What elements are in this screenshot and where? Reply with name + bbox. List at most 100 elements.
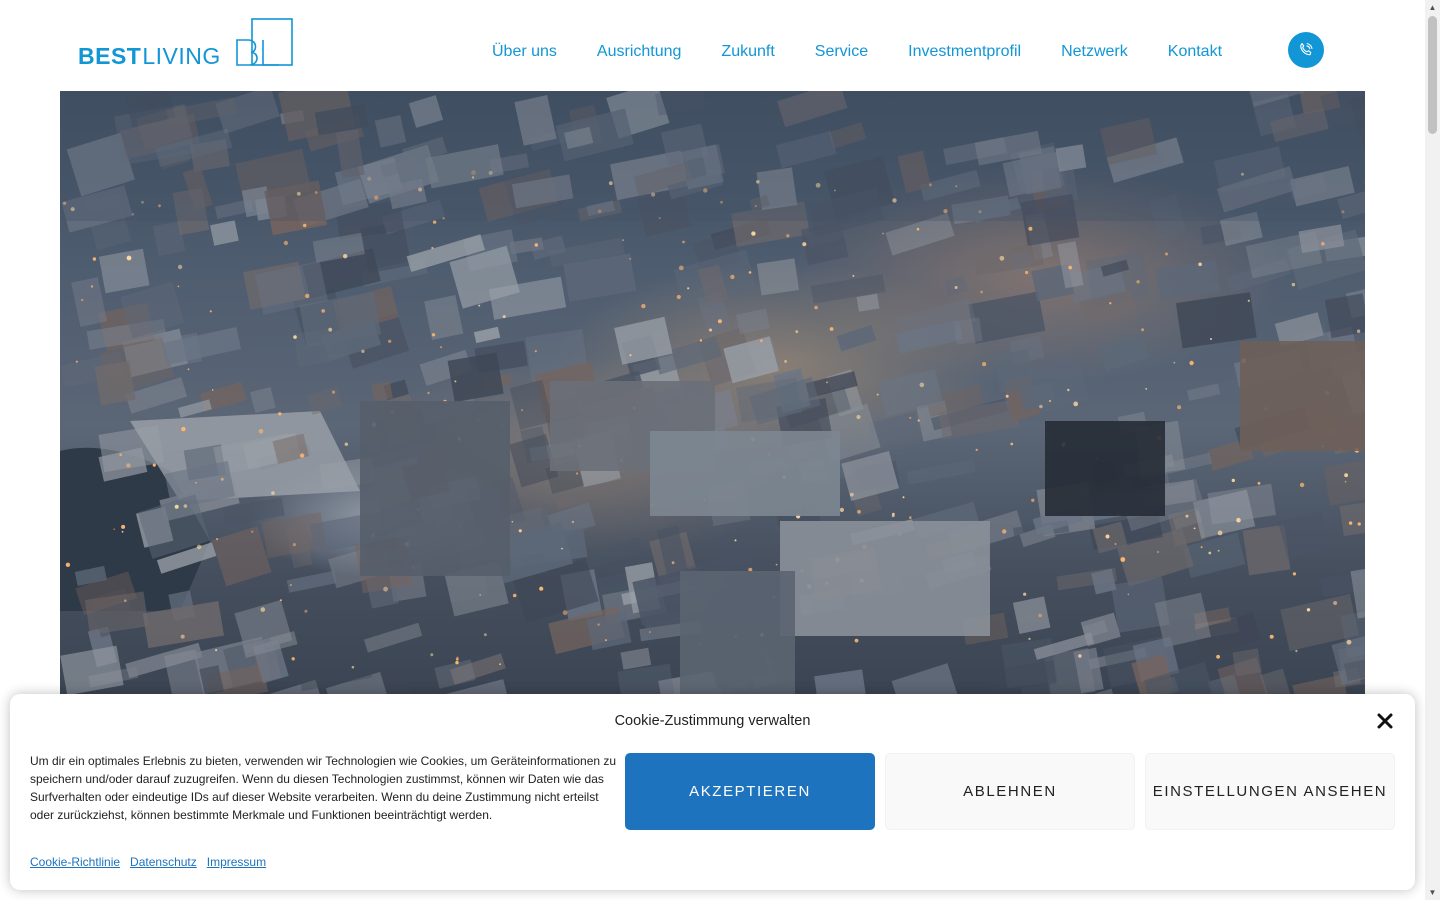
city-light — [479, 594, 482, 596]
city-light — [1210, 338, 1212, 340]
city-light — [271, 491, 275, 495]
city-light — [174, 504, 179, 509]
city-light — [292, 543, 296, 547]
building-block — [841, 450, 899, 501]
building-block — [906, 458, 976, 485]
city-light — [1028, 226, 1033, 231]
city-light — [512, 593, 517, 598]
city-light — [1306, 608, 1311, 612]
city-light — [1145, 388, 1148, 390]
city-light — [1200, 546, 1203, 549]
scroll-down-arrow-icon[interactable]: ▼ — [1425, 885, 1440, 900]
nav-item-ueber-uns[interactable]: Über uns — [472, 40, 577, 64]
city-light — [454, 380, 457, 383]
city-light — [839, 507, 845, 512]
city-light — [1010, 442, 1014, 446]
city-light — [278, 412, 282, 416]
city-light — [483, 633, 487, 637]
city-light — [183, 504, 188, 508]
city-light — [388, 339, 392, 343]
deny-cookies-button[interactable]: ABLEHNEN — [885, 753, 1135, 830]
city-light — [849, 492, 854, 497]
nav-item-netzwerk[interactable]: Netzwerk — [1041, 40, 1148, 64]
building-block — [286, 570, 337, 593]
city-light — [1231, 478, 1236, 483]
cookie-policy-link[interactable]: Cookie-Richtlinie — [30, 855, 120, 869]
city-light — [622, 239, 625, 242]
city-light — [1356, 329, 1361, 333]
building-block — [306, 386, 343, 416]
city-light — [121, 530, 124, 533]
nav-item-investmentprofil[interactable]: Investmentprofil — [888, 40, 1041, 64]
privacy-link[interactable]: Datenschutz — [130, 855, 197, 869]
city-light — [216, 538, 219, 541]
city-light — [1114, 543, 1117, 545]
scrollbar-thumb[interactable] — [1428, 16, 1437, 134]
close-icon[interactable] — [1374, 710, 1396, 732]
city-light — [293, 335, 297, 339]
accept-cookies-button[interactable]: AKZEPTIEREN — [625, 753, 875, 830]
city-light — [1217, 530, 1223, 536]
site-logo[interactable]: BEST LIVING — [78, 18, 294, 70]
scroll-up-arrow-icon[interactable]: ▲ — [1425, 0, 1440, 15]
building-block — [584, 537, 644, 569]
building-block — [360, 401, 510, 576]
building-block — [756, 258, 800, 296]
city-light — [90, 285, 94, 288]
nav-item-zukunft[interactable]: Zukunft — [701, 40, 794, 64]
city-light — [854, 638, 859, 643]
city-light — [876, 393, 879, 396]
city-light — [305, 293, 310, 299]
city-light — [75, 360, 78, 363]
building-block — [210, 220, 239, 246]
city-light — [499, 663, 501, 666]
city-light — [916, 227, 920, 231]
building-block — [680, 571, 795, 701]
phone-button[interactable] — [1288, 32, 1324, 68]
view-cookie-settings-button[interactable]: EINSTELLUNGEN ANSEHEN — [1145, 753, 1395, 830]
city-light — [902, 496, 905, 499]
city-aerial-illustration — [60, 91, 1365, 701]
city-light — [291, 657, 295, 661]
city-light — [857, 509, 861, 514]
imprint-link[interactable]: Impressum — [207, 855, 266, 869]
nav-item-service[interactable]: Service — [795, 40, 888, 64]
city-light — [1165, 252, 1168, 256]
city-light — [649, 631, 651, 633]
nav-item-ausrichtung[interactable]: Ausrichtung — [577, 40, 702, 64]
city-light — [187, 368, 190, 371]
building-block — [178, 399, 212, 418]
building-block — [1155, 260, 1221, 301]
building-block — [856, 293, 880, 312]
city-light — [124, 599, 127, 602]
city-light — [1073, 401, 1079, 407]
building-block — [994, 349, 1035, 393]
city-light — [882, 232, 884, 235]
city-light — [279, 599, 282, 602]
city-light — [430, 653, 434, 657]
city-light — [576, 472, 579, 475]
city-light — [1039, 404, 1043, 409]
city-light — [909, 416, 912, 419]
city-light — [1295, 649, 1298, 653]
building-block — [1240, 341, 1365, 451]
city-light — [1173, 361, 1176, 364]
city-light — [1002, 529, 1007, 534]
cookie-banner-links: Cookie-Richtlinie Datenschutz Impressum — [30, 855, 266, 869]
city-light — [786, 234, 790, 238]
building-block — [371, 381, 393, 402]
main-navigation: Über uns Ausrichtung Zukunft Service Inv… — [472, 40, 1242, 64]
city-light — [829, 327, 834, 331]
city-light — [81, 298, 84, 302]
page-scrollbar[interactable]: ▲ ▼ — [1425, 0, 1440, 900]
nav-item-kontakt[interactable]: Kontakt — [1148, 40, 1242, 64]
city-light — [331, 390, 336, 394]
city-light — [678, 265, 684, 271]
city-light — [909, 516, 912, 519]
city-light — [629, 257, 632, 260]
city-light — [1269, 634, 1274, 639]
city-light — [344, 442, 348, 446]
building-block — [1175, 292, 1257, 349]
city-light — [629, 354, 632, 357]
city-light — [215, 649, 218, 652]
